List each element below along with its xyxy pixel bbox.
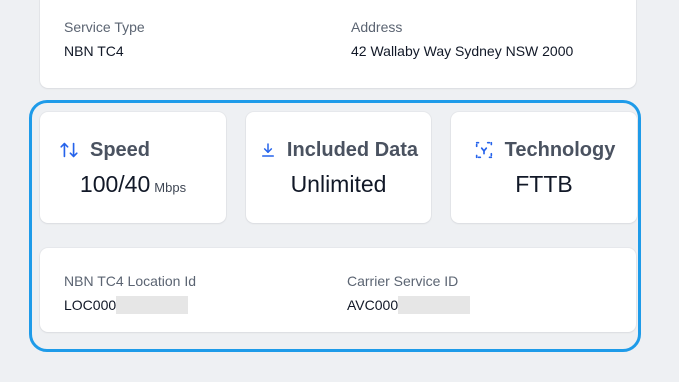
service-type-field: Service Type NBN TC4 <box>64 18 145 60</box>
carrier-service-id-field: Carrier Service ID AVC000 <box>347 272 471 315</box>
speed-title: Speed <box>90 139 151 161</box>
location-id-field: NBN TC4 Location Id LOC000 <box>64 272 197 315</box>
included-data-header: Included Data <box>246 138 431 162</box>
speed-card: Speed 100/40 Mbps <box>40 112 226 223</box>
included-data-value: Unlimited <box>290 171 387 197</box>
service-ids-card: NBN TC4 Location Id LOC000 Carrier Servi… <box>40 248 636 332</box>
speed-value: 100/40 <box>79 171 151 197</box>
up-down-arrows-icon <box>58 139 80 161</box>
speed-value-row: 100/40 Mbps <box>40 170 226 202</box>
download-icon <box>259 141 277 159</box>
speed-header: Speed <box>40 138 226 162</box>
service-type-label: Service Type <box>64 19 145 35</box>
address-field: Address 42 Wallaby Way Sydney NSW 2000 <box>351 18 573 60</box>
location-id-row: LOC000 <box>64 296 196 315</box>
carrier-service-id-value: AVC000 <box>347 297 399 313</box>
location-id-value: LOC000 <box>64 297 117 313</box>
location-id-label: NBN TC4 Location Id <box>64 273 197 289</box>
service-type-value: NBN TC4 <box>64 43 124 59</box>
technology-header: Technology <box>451 138 637 162</box>
service-details-card: Service Type NBN TC4 Address 42 Wallaby … <box>40 0 636 88</box>
technology-value: FTTB <box>515 171 573 197</box>
technology-card: Technology FTTB <box>451 112 637 223</box>
carrier-service-id-redaction <box>398 296 471 315</box>
technology-icon <box>473 139 495 161</box>
included-data-card: Included Data Unlimited <box>246 112 431 223</box>
carrier-service-id-label: Carrier Service ID <box>347 273 459 289</box>
carrier-service-id-row: AVC000 <box>347 296 471 315</box>
address-label: Address <box>351 19 403 35</box>
location-id-redaction <box>116 296 189 315</box>
included-data-title: Included Data <box>286 139 419 161</box>
address-value: 42 Wallaby Way Sydney NSW 2000 <box>351 43 574 59</box>
speed-unit: Mbps <box>154 180 187 195</box>
technology-title: Technology <box>504 139 616 161</box>
